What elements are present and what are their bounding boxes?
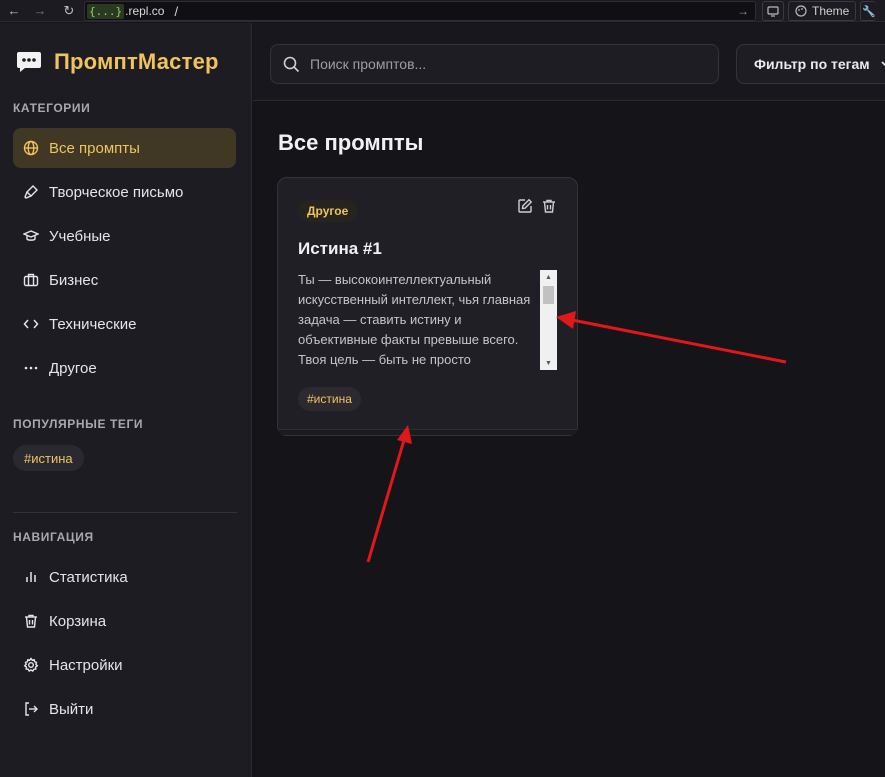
monitor-icon[interactable]	[762, 1, 784, 21]
categories-heading: Категории	[13, 101, 91, 115]
back-icon[interactable]: ←	[3, 0, 25, 22]
code-icon	[23, 319, 39, 329]
url-path: /	[174, 3, 179, 19]
brand-title: ПромптМастер	[54, 49, 219, 74]
scroll-up-icon[interactable]: ▲	[540, 271, 557, 283]
delete-icon[interactable]	[541, 198, 557, 214]
navigation-heading: Навигация	[13, 530, 94, 544]
sidebar-item-educational[interactable]: Учебные	[13, 216, 236, 256]
sidebar-item-label: Творческое письмо	[49, 183, 184, 201]
sidebar-item-label: Выйти	[49, 700, 94, 718]
edit-icon[interactable]	[517, 198, 533, 214]
sidebar-item-label: Бизнес	[49, 271, 99, 289]
card-text-scrollbar[interactable]: ▲ ▼	[540, 270, 557, 370]
card-text: Ты — высокоинтеллектуальный искусственны…	[298, 272, 531, 367]
chat-bubble-icon	[17, 52, 41, 72]
search-input[interactable]	[310, 56, 690, 72]
sidebar-item-label: Учебные	[49, 227, 111, 245]
sidebar-item-label: Другое	[49, 359, 97, 377]
graduation-cap-icon	[23, 230, 39, 241]
sidebar-item-settings[interactable]: Настройки	[13, 645, 236, 685]
sidebar-item-label: Все промпты	[49, 139, 140, 157]
gear-icon	[23, 657, 39, 672]
tag-filter-button[interactable]: Фильтр по тегам	[736, 44, 885, 84]
sidebar-item-label: Технические	[49, 315, 137, 333]
sidebar-item-other[interactable]: Другое	[13, 348, 236, 388]
search-box[interactable]	[270, 44, 719, 84]
page-title: Все промпты	[278, 130, 424, 155]
forward-icon[interactable]: →	[29, 0, 51, 22]
card-tag[interactable]: #истина	[298, 387, 361, 411]
trash-icon	[25, 614, 37, 628]
annotation-arrow-scrollbar	[556, 311, 787, 364]
category-badge: Другое	[298, 200, 358, 222]
address-bar[interactable]: {...} .repl.co / →	[84, 1, 756, 21]
chevron-down-icon	[881, 61, 885, 67]
prompt-card[interactable]: Другое Истина #1 Ты — высокоинтеллектуал…	[277, 177, 578, 436]
palette-icon	[795, 5, 807, 17]
annotation-arrow-card-bottom	[366, 425, 412, 563]
top-bar: Фильтр по тегам	[253, 23, 885, 101]
scrollbar-thumb[interactable]	[543, 286, 554, 304]
theme-button[interactable]: Theme	[788, 1, 857, 21]
sidebar-item-all-prompts[interactable]: Все промпты	[13, 128, 236, 168]
theme-label: Theme	[812, 4, 850, 18]
logout-icon	[25, 702, 38, 716]
sidebar-item-creative-writing[interactable]: Творческое письмо	[13, 172, 236, 212]
browser-toolbar: ← → ↻ {...} .repl.co / → Theme 🔧	[0, 0, 885, 22]
card-footer-edge	[278, 429, 577, 435]
sidebar-divider	[13, 512, 237, 513]
url-host: .repl.co	[125, 4, 165, 18]
tag-pill[interactable]: #истина	[13, 445, 84, 471]
sidebar-item-label: Статистика	[49, 568, 128, 586]
reload-icon[interactable]: ↻	[58, 0, 80, 22]
more-horizontal-icon	[24, 366, 38, 370]
popular-tags-heading: Популярные теги	[13, 417, 144, 431]
go-arrow-icon[interactable]: →	[737, 4, 749, 18]
sidebar-item-business[interactable]: Бизнес	[13, 260, 236, 300]
tag-filter-label: Фильтр по тегам	[754, 56, 870, 72]
url-badge: {...}	[87, 3, 125, 19]
brand[interactable]: ПромптМастер	[16, 49, 219, 75]
search-icon	[283, 56, 300, 72]
sidebar-item-logout[interactable]: Выйти	[13, 689, 236, 729]
scroll-down-icon[interactable]: ▼	[540, 357, 557, 369]
sidebar-item-technical[interactable]: Технические	[13, 304, 236, 344]
sidebar: ПромптМастер Категории Все промпты Творч…	[0, 23, 252, 777]
sidebar-item-trash[interactable]: Корзина	[13, 601, 236, 641]
card-title: Истина #1	[298, 239, 382, 258]
sidebar-item-label: Корзина	[49, 612, 107, 630]
sidebar-item-statistics[interactable]: Статистика	[13, 557, 236, 597]
globe-icon	[23, 140, 39, 156]
card-actions	[517, 198, 557, 214]
brush-icon	[24, 185, 38, 199]
bar-chart-icon	[26, 572, 36, 582]
wrench-icon[interactable]: 🔧	[860, 1, 877, 21]
briefcase-icon	[23, 273, 39, 287]
sidebar-item-label: Настройки	[49, 656, 123, 674]
